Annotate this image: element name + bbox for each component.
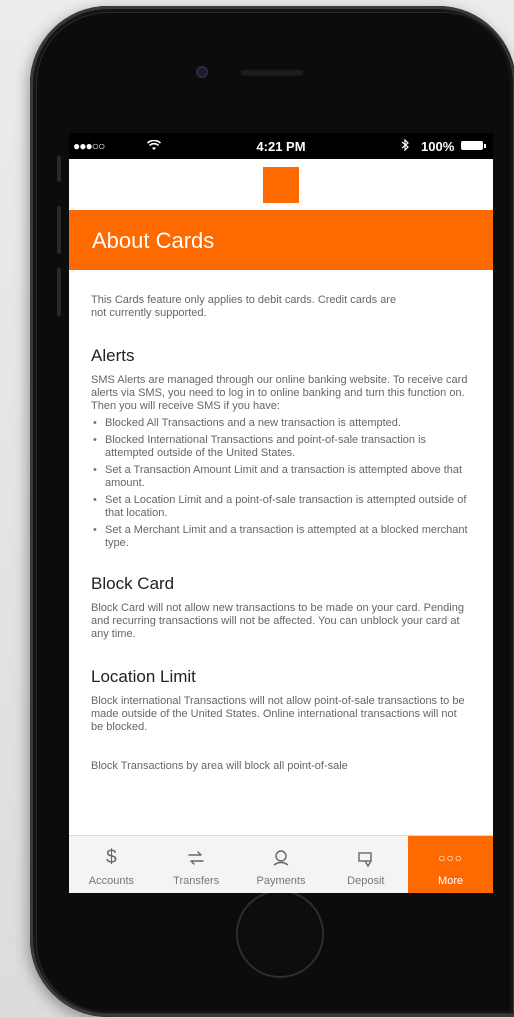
list-item: Set a Merchant Limit and a transaction i… bbox=[91, 524, 471, 550]
alerts-heading: Alerts bbox=[91, 346, 135, 365]
location-limit-heading: Location Limit bbox=[91, 667, 196, 686]
location-limit-text: Block international Transactions will no… bbox=[91, 695, 465, 733]
tab-payments[interactable]: Payments bbox=[239, 836, 324, 893]
list-item: Blocked International Transactions and p… bbox=[91, 434, 471, 460]
list-item: Set a Location Limit and a point-of-sale… bbox=[91, 494, 471, 520]
battery-percent: 100% bbox=[421, 139, 455, 154]
battery-icon bbox=[461, 141, 486, 150]
brand-logo bbox=[263, 167, 299, 203]
dollar-icon: $ bbox=[106, 847, 117, 868]
bluetooth-icon bbox=[401, 138, 409, 154]
list-item: Set a Transaction Amount Limit and a tra… bbox=[91, 464, 471, 490]
tab-transfers[interactable]: Transfers bbox=[154, 836, 239, 893]
tab-label: Payments bbox=[256, 875, 306, 887]
volume-down-button bbox=[57, 268, 61, 316]
more-icon: ○○○ bbox=[438, 851, 463, 865]
list-item: Blocked All Transactions and a new trans… bbox=[91, 417, 471, 430]
transfer-icon bbox=[154, 843, 239, 873]
home-button[interactable] bbox=[236, 890, 324, 978]
screen: ●●●○○ 4:21 PM 100% About Cards This Card… bbox=[69, 133, 493, 893]
tab-label: Deposit bbox=[347, 875, 385, 887]
block-card-text: Block Card will not allow new transactio… bbox=[91, 602, 464, 640]
tab-deposit[interactable]: Deposit bbox=[323, 836, 408, 893]
status-bar: ●●●○○ 4:21 PM 100% bbox=[69, 133, 493, 159]
tab-label: Accounts bbox=[88, 875, 135, 887]
tab-label: Transfers bbox=[173, 875, 220, 887]
intro-text: This Cards feature only applies to debit… bbox=[91, 294, 397, 319]
location-limit-more-text: Block Transactions by area will block al… bbox=[91, 760, 348, 772]
tab-bar: $ Accounts Transfers Payments Deposit ○○… bbox=[69, 835, 493, 893]
speaker-grille bbox=[240, 68, 304, 76]
tab-accounts[interactable]: $ Accounts bbox=[69, 836, 154, 893]
page-title: About Cards bbox=[92, 228, 215, 253]
mute-switch bbox=[57, 156, 61, 182]
alerts-text: SMS Alerts are managed through our onlin… bbox=[91, 374, 468, 412]
tab-more[interactable]: ○○○ More bbox=[408, 836, 493, 893]
alerts-list: Blocked All Transactions and a new trans… bbox=[91, 417, 471, 550]
deposit-icon bbox=[323, 843, 408, 873]
block-card-heading: Block Card bbox=[91, 574, 175, 593]
camera-icon bbox=[196, 66, 208, 78]
payments-icon bbox=[239, 843, 324, 873]
tab-label: More bbox=[438, 875, 464, 887]
content-area[interactable]: This Cards feature only applies to debit… bbox=[69, 270, 493, 860]
logo-bar bbox=[69, 159, 493, 210]
volume-up-button bbox=[57, 206, 61, 254]
page-title-bar: About Cards bbox=[69, 210, 493, 270]
